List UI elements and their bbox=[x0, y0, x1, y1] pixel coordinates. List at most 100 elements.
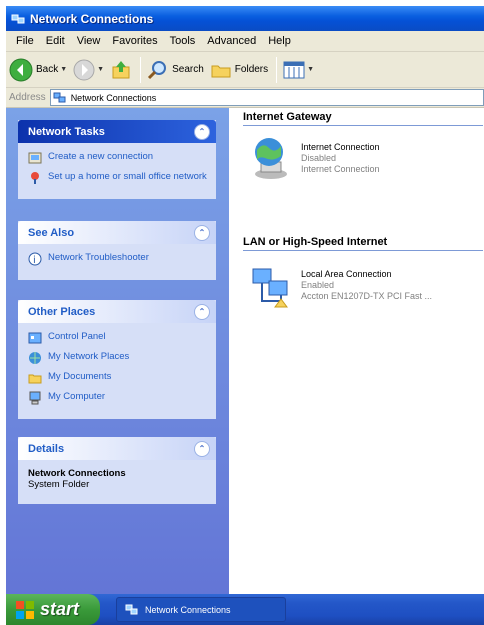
menu-favorites[interactable]: Favorites bbox=[106, 35, 163, 47]
connection-status: Disabled bbox=[301, 153, 337, 163]
toolbar-separator bbox=[276, 56, 278, 83]
collapse-chevron-icon[interactable]: ⌃ bbox=[194, 303, 210, 320]
address-value: Network Connections bbox=[70, 92, 157, 103]
group-lan-high-speed: LAN or High-Speed Internet bbox=[243, 236, 483, 251]
title-bar[interactable]: Network Connections bbox=[6, 6, 484, 31]
network-tasks-title: Network Tasks bbox=[28, 125, 105, 138]
place-my-network-places[interactable]: My Network Places bbox=[28, 351, 208, 365]
internet-gateway-icon bbox=[255, 138, 287, 179]
home-network-icon bbox=[31, 172, 39, 184]
local-area-connection-item[interactable]: Local Area Connection Enabled Accton EN1… bbox=[247, 261, 432, 309]
new-connection-icon bbox=[28, 152, 42, 164]
internet-connection-item[interactable]: Internet Connection Disabled Internet Co… bbox=[247, 134, 380, 182]
address-bar: Address Network Connections bbox=[6, 88, 484, 108]
address-label: Address bbox=[9, 92, 46, 103]
see-also-body: i Network Troubleshooter bbox=[18, 244, 216, 280]
network-connections-icon bbox=[125, 604, 138, 614]
connection-status: Enabled bbox=[301, 280, 335, 290]
collapse-chevron-icon[interactable]: ⌃ bbox=[194, 440, 210, 457]
troubleshooter-icon: i bbox=[28, 252, 42, 266]
network-tasks-body: Create a new connection Set up a home or… bbox=[18, 143, 216, 199]
network-tasks-panel: Network Tasks ⌃ Create a new connection bbox=[18, 120, 216, 199]
menu-edit[interactable]: Edit bbox=[40, 35, 71, 47]
up-folder-button[interactable] bbox=[110, 59, 132, 81]
folders-button[interactable]: Folders bbox=[210, 59, 268, 81]
network-tasks-header[interactable]: Network Tasks ⌃ bbox=[18, 120, 216, 143]
connection-name: Local Area Connection bbox=[301, 269, 392, 279]
see-also-header[interactable]: See Also ⌃ bbox=[18, 221, 216, 244]
lan-connection-text: Local Area Connection Enabled Accton EN1… bbox=[301, 261, 432, 302]
my-computer-icon bbox=[29, 391, 41, 405]
control-panel-icon bbox=[28, 332, 42, 344]
connections-list: Internet Gateway Internet Connection Dis… bbox=[229, 108, 484, 598]
internet-connection-text: Internet Connection Disabled Internet Co… bbox=[301, 134, 380, 175]
menu-file[interactable]: File bbox=[10, 35, 40, 47]
network-connections-icon bbox=[11, 14, 25, 23]
views-dropdown-icon[interactable]: ▼ bbox=[307, 66, 314, 73]
task-label: Create a new connection bbox=[48, 151, 154, 162]
collapse-chevron-icon[interactable]: ⌃ bbox=[194, 224, 210, 241]
details-type: System Folder bbox=[28, 479, 90, 490]
menu-bar: File Edit View Favorites Tools Advanced … bbox=[6, 31, 484, 52]
menu-tools[interactable]: Tools bbox=[164, 35, 202, 47]
details-name: Network Connections bbox=[28, 468, 126, 479]
see-also-title: See Also bbox=[28, 226, 75, 239]
taskbar: start Network Connections bbox=[6, 594, 484, 625]
explorer-window: Network Connections File Edit View Favor… bbox=[6, 6, 484, 618]
other-places-header[interactable]: Other Places ⌃ bbox=[18, 300, 216, 323]
connection-type: Accton EN1207D-TX PCI Fast ... bbox=[301, 291, 433, 301]
details-title: Details bbox=[28, 442, 65, 455]
connection-type: Internet Connection bbox=[301, 164, 380, 174]
place-label: My Documents bbox=[48, 371, 112, 382]
start-label: start bbox=[40, 599, 80, 619]
task-home-network[interactable]: Set up a home or small office network bbox=[28, 171, 208, 185]
network-places-icon bbox=[29, 352, 41, 364]
task-label: Network Troubleshooter bbox=[48, 252, 149, 263]
details-header[interactable]: Details ⌃ bbox=[18, 437, 216, 460]
address-field[interactable]: Network Connections bbox=[49, 89, 484, 106]
taskbar-window-label: Network Connections bbox=[145, 604, 231, 615]
search-label: Search bbox=[172, 64, 204, 75]
back-button[interactable]: Back ▼ bbox=[9, 58, 67, 82]
place-my-computer[interactable]: My Computer bbox=[28, 391, 208, 405]
task-pane: Network Tasks ⌃ Create a new connection bbox=[6, 108, 229, 598]
views-icon bbox=[283, 61, 305, 78]
network-folder-icon bbox=[53, 92, 66, 102]
other-places-title: Other Places bbox=[28, 305, 96, 318]
menu-advanced[interactable]: Advanced bbox=[201, 35, 262, 47]
group-internet-gateway: Internet Gateway bbox=[243, 111, 483, 126]
back-dropdown-icon[interactable]: ▼ bbox=[60, 66, 67, 73]
back-arrow-icon bbox=[9, 58, 33, 81]
forward-arrow-icon bbox=[73, 59, 95, 80]
lan-connection-icon bbox=[252, 268, 288, 308]
start-button[interactable]: start bbox=[6, 594, 100, 625]
search-button[interactable]: Search bbox=[147, 59, 204, 81]
toolbar-separator bbox=[140, 56, 142, 83]
back-label: Back bbox=[36, 64, 59, 75]
details-body: Network Connections System Folder bbox=[18, 460, 216, 504]
task-label: Set up a home or small office network bbox=[48, 171, 207, 182]
details-panel: Details ⌃ Network Connections System Fol… bbox=[18, 437, 216, 504]
other-places-panel: Other Places ⌃ Control Panel My Network … bbox=[18, 300, 216, 419]
search-icon bbox=[148, 60, 167, 79]
menu-view[interactable]: View bbox=[71, 35, 107, 47]
place-label: My Computer bbox=[48, 391, 106, 402]
windows-logo-icon bbox=[16, 600, 34, 619]
folders-label: Folders bbox=[234, 64, 269, 75]
place-my-documents[interactable]: My Documents bbox=[28, 371, 208, 385]
taskbar-window-button[interactable]: Network Connections bbox=[116, 597, 286, 622]
connection-name: Internet Connection bbox=[301, 142, 380, 152]
place-label: Control Panel bbox=[48, 331, 106, 342]
menu-help[interactable]: Help bbox=[262, 35, 297, 47]
place-control-panel[interactable]: Control Panel bbox=[28, 331, 208, 345]
svg-text:i: i bbox=[33, 255, 36, 266]
window-title: Network Connections bbox=[30, 11, 154, 26]
task-create-connection[interactable]: Create a new connection bbox=[28, 151, 208, 165]
other-places-body: Control Panel My Network Places My Docum… bbox=[18, 323, 216, 419]
collapse-chevron-icon[interactable]: ⌃ bbox=[194, 123, 210, 140]
forward-button[interactable]: ▼ bbox=[73, 59, 104, 81]
place-label: My Network Places bbox=[48, 351, 130, 362]
task-network-troubleshooter[interactable]: i Network Troubleshooter bbox=[28, 252, 208, 266]
forward-dropdown-icon[interactable]: ▼ bbox=[97, 66, 104, 73]
views-button[interactable]: ▼ bbox=[283, 60, 314, 80]
